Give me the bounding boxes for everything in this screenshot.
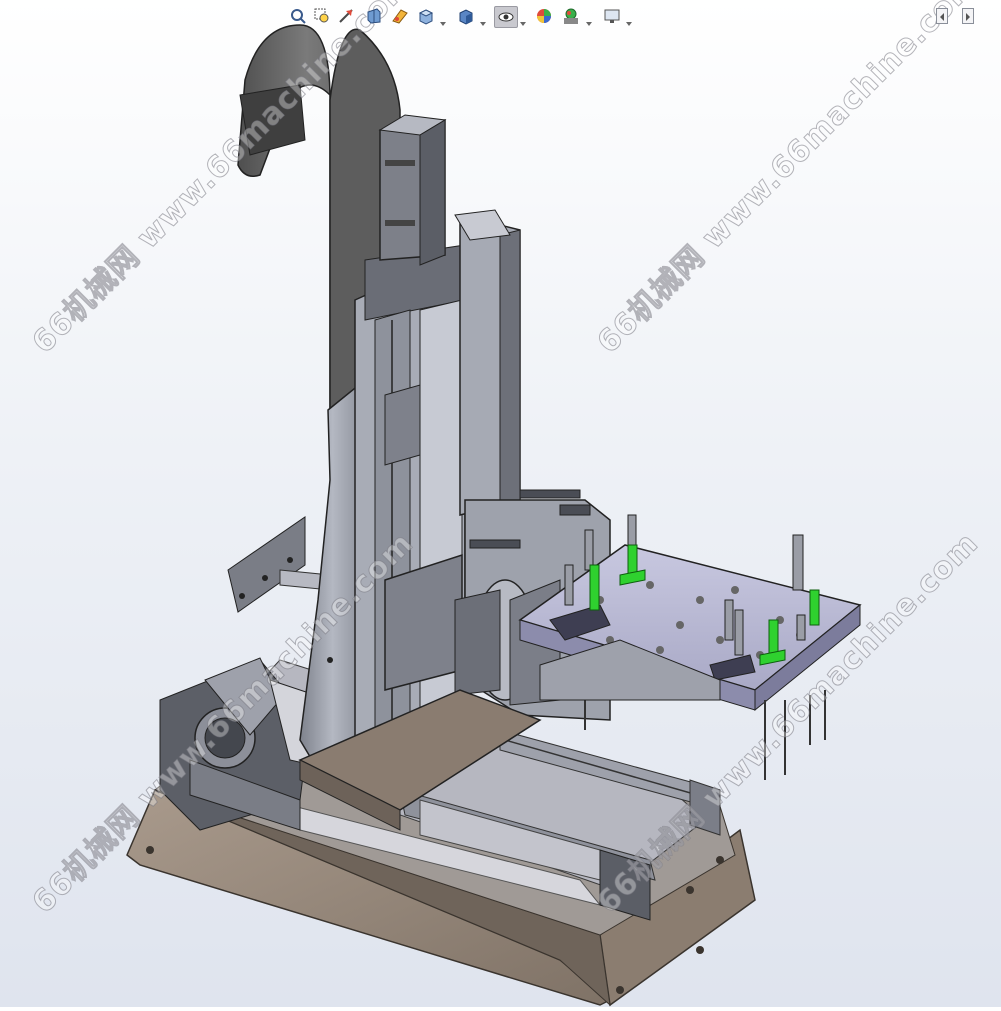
- chevron-down-icon[interactable]: [586, 12, 592, 26]
- dynamic-annotation-icon[interactable]: [390, 6, 410, 26]
- servo-motor: [378, 114, 447, 266]
- edit-appearance-icon[interactable]: [534, 6, 554, 26]
- chevron-down-icon[interactable]: [440, 12, 446, 26]
- display-style-icon[interactable]: [456, 6, 476, 26]
- machine-assembly-model[interactable]: [0, 0, 1001, 1007]
- chevron-down-icon[interactable]: [626, 12, 632, 26]
- previous-view-icon[interactable]: [336, 6, 356, 26]
- y-axis-rail: [454, 209, 521, 516]
- zoom-to-fit-icon[interactable]: [288, 6, 308, 26]
- side-bracket: [227, 516, 331, 613]
- collapse-right-icon[interactable]: [962, 8, 974, 24]
- view-orientation-icon[interactable]: [416, 6, 436, 26]
- section-view-icon[interactable]: [364, 6, 384, 26]
- collapse-left-icon[interactable]: [936, 8, 948, 24]
- view-settings-icon[interactable]: [602, 6, 622, 26]
- heads-up-view-toolbar: [0, 0, 1001, 32]
- chevron-down-icon[interactable]: [520, 12, 526, 26]
- zoom-to-area-icon[interactable]: [312, 6, 332, 26]
- hide-show-items-icon[interactable]: [494, 6, 518, 28]
- chevron-down-icon[interactable]: [480, 12, 486, 26]
- 3d-graphics-area[interactable]: 66机械网 www.66machine.com 66机械网 www.66mach…: [0, 0, 1001, 1007]
- apply-scene-icon[interactable]: [561, 6, 581, 26]
